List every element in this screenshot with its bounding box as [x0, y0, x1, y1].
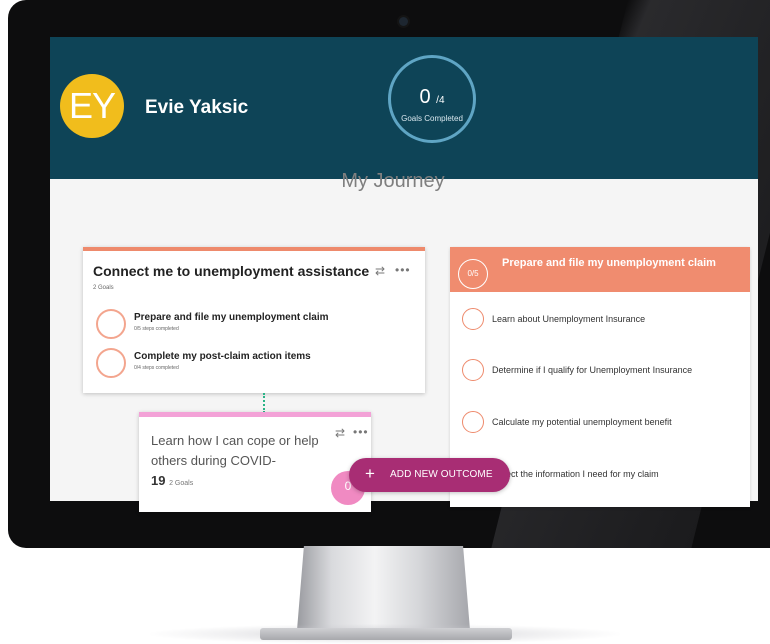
- plus-icon: +: [365, 464, 375, 483]
- goal-item[interactable]: Complete my post-claim action items 0/4 …: [96, 348, 396, 382]
- step-label: Determine if I qualify for Unemployment …: [492, 365, 693, 375]
- goal-detail-header: 0/5 Prepare and file my unemployment cla…: [450, 247, 750, 292]
- outcome-title: Learn how I can cope or help others duri…: [151, 431, 331, 494]
- goal-progress-circle: [96, 309, 126, 339]
- outcome-title-line: 19: [151, 473, 166, 488]
- outcome-connector: [263, 393, 265, 413]
- step-checkbox[interactable]: [462, 308, 484, 330]
- outcome-card-unemployment[interactable]: Connect me to unemployment assistance 2 …: [83, 247, 425, 393]
- step-item[interactable]: Calculate my potential unemployment bene…: [462, 411, 742, 435]
- outcome-goal-count: 2 Goals: [169, 480, 194, 487]
- step-checkbox[interactable]: [462, 411, 484, 433]
- repeat-icon[interactable]: ⇄: [335, 426, 345, 440]
- goal-progress: 0/5 steps completed: [134, 326, 179, 332]
- goal-detail-progress: 0/5: [458, 259, 488, 289]
- goal-title: Complete my post-claim action items: [134, 351, 311, 362]
- journey-title: My Journey: [341, 170, 445, 192]
- outcome-goal-count: 2 Goals: [93, 285, 114, 291]
- more-icon[interactable]: •••: [353, 425, 369, 439]
- goal-progress: 0/4 steps completed: [134, 365, 179, 371]
- step-item[interactable]: Learn about Unemployment Insurance: [462, 308, 742, 332]
- goals-count: 0 /4: [391, 86, 473, 109]
- more-icon[interactable]: •••: [395, 263, 411, 277]
- step-label: ect the information I need for my claim: [506, 469, 659, 479]
- camera-icon: [399, 17, 408, 26]
- profile-header: EY Evie Yaksic 0 /4 Goals Completed: [50, 37, 758, 179]
- add-new-outcome-label: ADD NEW OUTCOME: [390, 469, 493, 480]
- outcome-title-line: others during COVID-: [151, 453, 276, 468]
- outcome-title-line: Learn how I can cope or help: [151, 433, 319, 448]
- goal-progress-circle: [96, 348, 126, 378]
- goal-item[interactable]: Prepare and file my unemployment claim 0…: [96, 309, 396, 343]
- goals-total-value: /4: [436, 95, 445, 106]
- step-item[interactable]: Determine if I qualify for Unemployment …: [462, 359, 742, 383]
- monitor-bezel: EY Evie Yaksic 0 /4 Goals Completed My J…: [8, 0, 770, 548]
- add-new-outcome-button[interactable]: + ADD NEW OUTCOME: [349, 458, 510, 492]
- goals-progress-ring: 0 /4 Goals Completed: [388, 55, 476, 143]
- repeat-icon[interactable]: ⇄: [375, 264, 385, 278]
- avatar[interactable]: EY: [60, 74, 124, 138]
- step-checkbox[interactable]: [462, 359, 484, 381]
- outcome-title: Connect me to unemployment assistance: [93, 263, 370, 279]
- goals-completed-value: 0: [419, 86, 431, 108]
- goals-label: Goals Completed: [401, 114, 463, 123]
- step-label: Calculate my potential unemployment bene…: [492, 417, 672, 427]
- goal-title: Prepare and file my unemployment claim: [134, 312, 329, 323]
- monitor-stand-foot: [260, 628, 512, 640]
- monitor-stand: [297, 546, 470, 630]
- user-name: Evie Yaksic: [145, 97, 249, 118]
- goal-detail-title: Prepare and file my unemployment claim: [502, 257, 716, 269]
- step-label: Learn about Unemployment Insurance: [492, 314, 646, 324]
